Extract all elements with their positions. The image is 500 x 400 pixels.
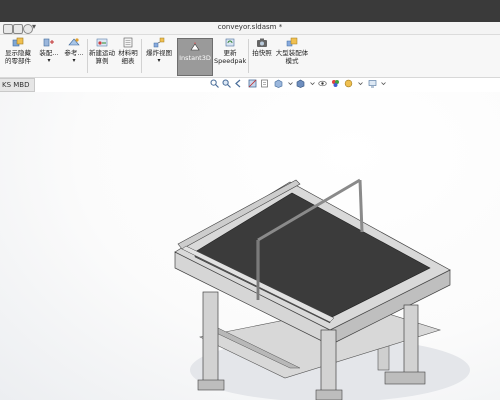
reference-dropdown-icon[interactable]: ▾ — [62, 57, 86, 65]
foot-front-center — [315, 389, 343, 400]
zoom-to-fit-icon[interactable] — [210, 79, 219, 88]
foot-front-right — [384, 371, 426, 385]
bill-of-materials-button[interactable]: 材料明细表 — [117, 37, 139, 75]
mate-icon — [43, 38, 54, 47]
mate-button[interactable]: 装配... ▾ — [38, 37, 60, 75]
reference-geometry-icon — [68, 38, 80, 46]
view-orientation-icon[interactable] — [274, 79, 283, 88]
update-speedpak-button[interactable]: 更新Speedpak — [214, 37, 246, 75]
conveyor-model[interactable] — [0, 92, 500, 400]
zoom-to-area-icon[interactable] — [222, 79, 231, 88]
leg-front-right — [403, 304, 419, 376]
new-motion-study-label: 新建运动算例 — [89, 49, 115, 65]
view-settings-icon[interactable] — [368, 79, 377, 88]
view-settings-dropdown-icon[interactable] — [379, 79, 388, 88]
reference-geometry-label: 参考... — [64, 49, 84, 57]
instant3d-icon — [190, 42, 200, 51]
command-manager-ribbon: 显示隐藏的零部件 装配... ▾ 参考... ▾ 新建运动算例 材料明细表 爆炸… — [0, 35, 500, 78]
large-assembly-mode-label: 大型装配体模式 — [275, 49, 309, 65]
edit-appearance-icon[interactable] — [331, 79, 340, 88]
ribbon-separator — [87, 39, 88, 73]
mate-label: 装配... — [39, 49, 59, 57]
large-assembly-mode-icon — [286, 37, 298, 47]
show-hide-components-icon — [12, 37, 24, 47]
window-title-bar — [0, 0, 500, 22]
apply-scene-dropdown-icon[interactable] — [356, 79, 365, 88]
previous-view-icon[interactable] — [234, 79, 243, 88]
section-view-icon[interactable] — [248, 79, 257, 88]
exploded-view-button[interactable]: 爆炸视图 ▾ — [143, 37, 175, 75]
graphics-area[interactable] — [0, 92, 500, 400]
dynamic-annotation-icon[interactable] — [260, 79, 269, 88]
exploded-view-icon — [153, 37, 165, 48]
ribbon-separator — [141, 39, 142, 73]
update-speedpak-icon — [225, 38, 235, 47]
reference-geometry-button[interactable]: 参考... ▾ — [62, 37, 86, 75]
tab-sw-mbd[interactable]: KS MBD — [0, 78, 35, 92]
foot-front-left — [197, 379, 225, 391]
instant3d-button[interactable]: Instant3D — [177, 38, 213, 76]
hide-show-items-icon[interactable] — [318, 79, 327, 88]
view-orientation-dropdown-icon[interactable] — [286, 79, 295, 88]
new-motion-study-icon — [96, 38, 108, 47]
show-hidden-components-button[interactable]: 显示隐藏的零部件 — [2, 37, 34, 75]
instant3d-label: Instant3D — [179, 54, 211, 62]
leg-front-center — [320, 329, 337, 393]
exploded-view-label: 爆炸视图 — [146, 49, 172, 57]
arch-post-right — [358, 179, 364, 233]
take-snapshot-button[interactable]: 拍快照 — [251, 37, 273, 75]
show-hidden-components-label: 显示隐藏的零部件 — [5, 49, 31, 65]
document-title: conveyor.sldasm * — [217, 23, 283, 31]
tab-row: KS MBD — [0, 78, 500, 92]
ribbon-separator — [248, 39, 249, 73]
display-style-dropdown-icon[interactable] — [308, 79, 317, 88]
update-speedpak-label: 更新Speedpak — [214, 49, 247, 65]
snapshot-icon — [257, 38, 267, 47]
quick-access-bar: ▾ conveyor.sldasm * — [0, 22, 500, 35]
take-snapshot-label: 拍快照 — [252, 49, 272, 57]
large-assembly-mode-button[interactable]: 大型装配体模式 — [275, 37, 309, 75]
exploded-view-dropdown-icon[interactable]: ▾ — [143, 57, 175, 65]
leg-front-left — [202, 291, 219, 383]
heads-up-view-toolbar — [210, 79, 390, 89]
apply-scene-icon[interactable] — [344, 79, 353, 88]
bill-of-materials-icon — [123, 37, 133, 48]
bill-of-materials-label: 材料明细表 — [118, 49, 138, 65]
display-style-icon[interactable] — [296, 79, 305, 88]
mate-dropdown-icon[interactable]: ▾ — [38, 57, 60, 65]
new-motion-study-button[interactable]: 新建运动算例 — [89, 37, 115, 75]
